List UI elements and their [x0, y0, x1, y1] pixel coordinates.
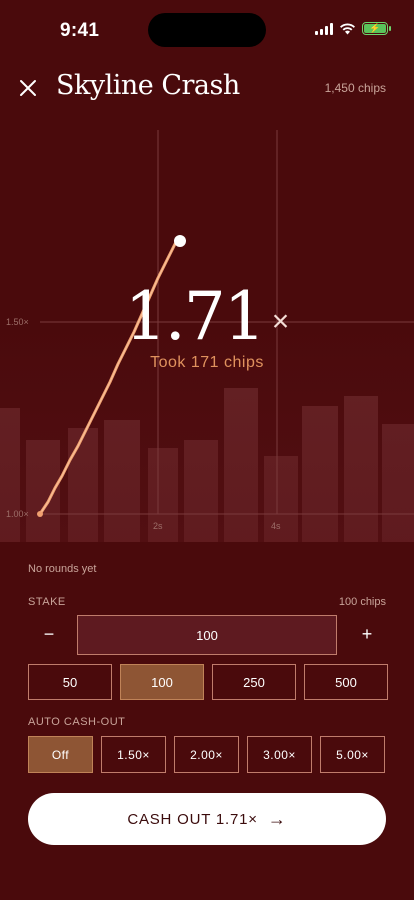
- took-message: Took 171 chips: [150, 354, 264, 371]
- stake-label: STAKE: [28, 596, 66, 608]
- battery-icon: ⚡: [362, 22, 391, 35]
- stake-preset-50[interactable]: 50: [28, 664, 112, 700]
- auto-cashout-3-00[interactable]: 3.00×: [247, 736, 312, 773]
- close-button[interactable]: [14, 74, 42, 102]
- stake-preset-500[interactable]: 500: [304, 664, 388, 700]
- crash-chart: 1.50× 1.00× 2s 4s 1.71 × Took 171 chips: [0, 118, 414, 542]
- stake-preset-100[interactable]: 100: [120, 664, 204, 700]
- cash-out-button[interactable]: CASH OUT 1.71× →: [28, 793, 386, 845]
- header: Skyline Crash 1,450 chips: [0, 60, 414, 116]
- auto-cashout-2-00[interactable]: 2.00×: [174, 736, 239, 773]
- auto-cashout-options: Off 1.50× 2.00× 3.00× 5.00×: [28, 736, 385, 773]
- x-axis-label-2s: 2s: [153, 521, 163, 531]
- status-icons: ⚡: [315, 22, 391, 35]
- auto-cashout-off[interactable]: Off: [28, 736, 93, 773]
- current-multiplier: 1.71 ×: [0, 278, 414, 355]
- stake-presets: 50 100 250 500: [28, 664, 388, 700]
- round-history-empty: No rounds yet: [28, 563, 97, 575]
- cash-out-label: CASH OUT 1.71×: [127, 810, 258, 828]
- increase-stake-button[interactable]: +: [358, 624, 376, 645]
- y-axis-label-1-00: 1.00×: [6, 509, 29, 519]
- status-bar: 9:41 ⚡: [0, 0, 414, 58]
- dynamic-island: [148, 13, 266, 47]
- wifi-icon: [340, 23, 355, 35]
- arrow-right-icon: →: [267, 808, 287, 829]
- decrease-stake-button[interactable]: −: [40, 624, 58, 645]
- game-title: Skyline Crash: [56, 70, 240, 101]
- stake-preset-250[interactable]: 250: [212, 664, 296, 700]
- multiplier-suffix: ×: [271, 305, 290, 338]
- signal-icon: [315, 22, 333, 35]
- multiplier-value: 1.71: [124, 278, 266, 355]
- stake-input[interactable]: 100: [77, 615, 337, 655]
- x-axis-label-4s: 4s: [271, 521, 281, 531]
- chip-balance: 1,450 chips: [324, 81, 386, 95]
- stake-amount: 100 chips: [338, 596, 386, 608]
- app-screen: 9:41 ⚡ Skyline Crash 1,450 chips 1.50× 1…: [0, 0, 414, 900]
- close-icon: [20, 80, 36, 96]
- auto-cashout-label: AUTO CASH-OUT: [28, 716, 126, 728]
- auto-cashout-5-00[interactable]: 5.00×: [320, 736, 385, 773]
- auto-cashout-1-50[interactable]: 1.50×: [101, 736, 166, 773]
- status-time: 9:41: [60, 20, 100, 41]
- curve-endpoint: [174, 235, 186, 247]
